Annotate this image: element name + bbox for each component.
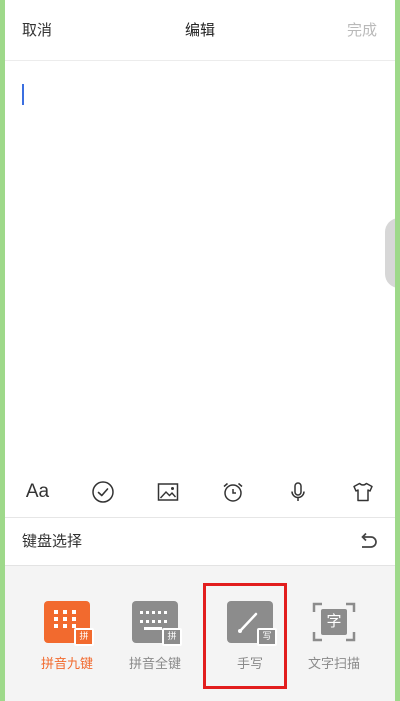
pinyin-badge: 拼 bbox=[162, 628, 182, 646]
done-button[interactable]: 完成 bbox=[347, 20, 377, 40]
check-button[interactable] bbox=[88, 477, 118, 507]
option-label: 文字扫描 bbox=[307, 657, 360, 672]
header-bar: 编辑 取消 完成 bbox=[5, 0, 395, 61]
cancel-button[interactable]: 取消 bbox=[22, 20, 52, 40]
tshirt-icon bbox=[352, 482, 373, 502]
scan-char: 字 bbox=[326, 612, 342, 630]
option-label: 拼音九键 bbox=[40, 657, 93, 672]
scan-icon: 字 bbox=[311, 601, 357, 643]
keyboard-options-panel: 拼 拼音九键 拼 拼音全键 写 手写 字 文字扫描 bbox=[5, 565, 395, 701]
selection-highlight-box bbox=[203, 583, 287, 689]
keyboard-icon: 拼 bbox=[132, 601, 182, 646]
grid-keypad-icon: 拼 bbox=[44, 601, 94, 646]
microphone-icon bbox=[290, 482, 305, 501]
image-icon bbox=[157, 483, 178, 501]
font-style-button[interactable]: Aa bbox=[23, 477, 53, 507]
alarm-button[interactable] bbox=[218, 477, 248, 507]
option-pinyin-full[interactable]: 拼 拼音全键 bbox=[114, 601, 196, 672]
back-arrow-icon[interactable] bbox=[355, 530, 379, 554]
side-edge-handle[interactable] bbox=[385, 218, 395, 288]
pinyin-badge: 拼 bbox=[74, 628, 94, 646]
image-button[interactable] bbox=[153, 477, 183, 507]
check-icon bbox=[91, 481, 114, 503]
keyboard-select-title: 键盘选择 bbox=[22, 532, 83, 550]
option-pinyin-9key[interactable]: 拼 拼音九键 bbox=[26, 601, 108, 672]
option-label: 拼音全键 bbox=[128, 657, 181, 672]
font-style-label: Aa bbox=[25, 481, 50, 502]
alarm-clock-icon bbox=[223, 482, 242, 502]
option-text-scan[interactable]: 字 文字扫描 bbox=[293, 601, 375, 672]
page-title: 编辑 bbox=[184, 21, 215, 39]
divider bbox=[5, 517, 395, 518]
theme-button[interactable] bbox=[348, 477, 378, 507]
voice-button[interactable] bbox=[283, 477, 313, 507]
editor-screen: 编辑 取消 完成 Aa 键盘选择 拼 拼音九键 拼 拼音全键 写 手写 字 文字… bbox=[5, 0, 395, 701]
text-cursor[interactable] bbox=[22, 84, 24, 105]
format-toolbar: Aa bbox=[5, 472, 395, 512]
